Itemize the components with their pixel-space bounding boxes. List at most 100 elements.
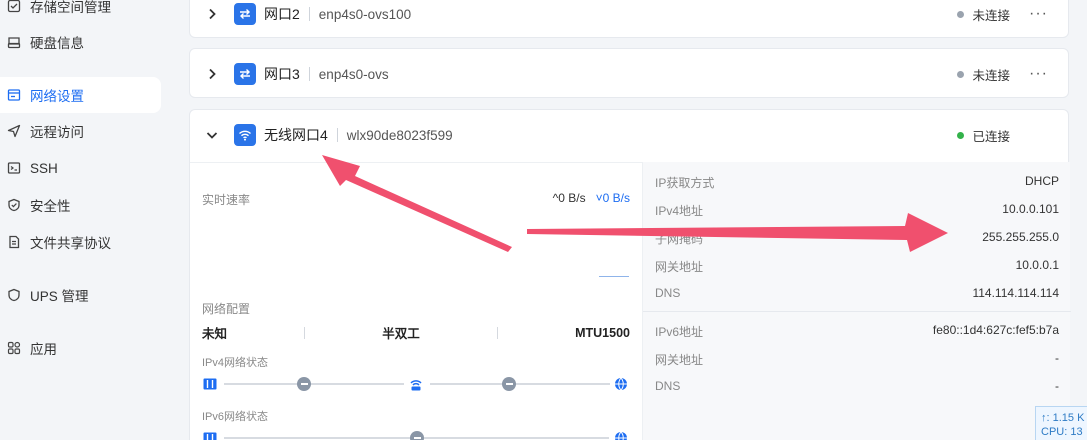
ip-method-value: DHCP — [1024, 174, 1059, 188]
sidebar-item-label: UPS 管理 — [30, 289, 89, 304]
divider — [496, 326, 498, 339]
ipv6-gateway-value: - — [1055, 351, 1059, 365]
ipv4-address-row: IPv4地址 10.0.0.101 — [655, 202, 1059, 219]
ipv6-address-label: IPv6地址 — [655, 325, 704, 339]
storage-icon — [6, 0, 22, 14]
divider — [643, 311, 1071, 312]
network-icon — [6, 87, 22, 103]
cpu-usage: CPU: 13 — [1041, 426, 1083, 438]
subnet-mask-value: 255.255.255.0 — [982, 230, 1059, 244]
device-icon — [202, 376, 218, 392]
link-speed-value: 未知 — [202, 327, 228, 341]
globe-icon — [613, 376, 629, 392]
ethernet-arrows-icon — [234, 3, 256, 25]
sidebar-item-network[interactable]: 网络设置 — [0, 77, 161, 113]
ipv4-gateway-value: 10.0.0.1 — [1015, 258, 1059, 272]
sidebar-item-file-share[interactable]: 文件共享协议 — [0, 224, 161, 260]
chevron-right-icon[interactable] — [204, 6, 220, 22]
sidebar-item-apps[interactable]: 应用 — [0, 330, 161, 366]
subnet-mask-label: 子网掩码 — [655, 232, 704, 246]
sidebar-item-ups[interactable]: UPS 管理 — [0, 277, 161, 313]
ipv6-dns-row: DNS - — [655, 379, 1059, 393]
speed-readout: ^0 B/s ˅0 B/s — [553, 191, 630, 205]
sidebar-item-security[interactable]: 安全性 — [0, 187, 161, 223]
ipv6-status-label: IPv6网络状态 — [202, 411, 269, 423]
ipv4-dns-row: DNS 114.114.114.114 — [655, 286, 1059, 300]
sidebar-item-remote-access[interactable]: 远程访问 — [0, 113, 161, 149]
sidebar-item-label: 网络设置 — [30, 89, 84, 104]
status-dot — [957, 131, 965, 139]
ipv6-gateway-label: 网关地址 — [655, 353, 704, 367]
device-icon — [202, 430, 218, 440]
status-node — [410, 431, 424, 440]
ipv4-address-value: 10.0.0.101 — [1002, 202, 1059, 216]
ipv6-gateway-row: 网关地址 - — [655, 351, 1059, 368]
sidebar-item-disk-info[interactable]: 硬盘信息 — [0, 24, 161, 60]
ipv4-dns-label: DNS — [655, 286, 681, 300]
ipv4-dns-value: 114.114.114.114 — [972, 286, 1059, 300]
port-name: 网口2 — [264, 6, 300, 22]
port-name: 网口3 — [264, 66, 300, 82]
status-text: 未连接 — [972, 8, 1010, 23]
port-details-left: 实时速率 ^0 B/s ˅0 B/s 网络配置 未知 半双工 MTU1500 I… — [190, 162, 642, 440]
divider — [308, 67, 310, 81]
port-card-4: 无线网口4 wlx90de8023f599 已连接 实时速率 ^0 B/s ˅0… — [189, 109, 1071, 440]
port-card-header[interactable]: 网口3 enp4s0-ovs 未连接 ··· — [190, 49, 1068, 99]
port-card-header[interactable]: 网口2 enp4s0-ovs100 未连接 ··· — [190, 0, 1068, 39]
port-name: 无线网口4 — [264, 127, 328, 143]
file-share-icon — [6, 234, 22, 250]
ipv4-status-diagram — [202, 376, 630, 392]
mtu-value: MTU1500 — [575, 325, 630, 340]
sidebar-item-label: 远程访问 — [30, 125, 84, 140]
wifi-icon — [234, 124, 256, 146]
disk-icon — [6, 34, 22, 50]
divider — [308, 7, 310, 21]
status-dot — [957, 70, 965, 78]
network-config-row: 未知 半双工 MTU1500 — [202, 323, 630, 342]
ip-method-label: IP获取方式 — [655, 176, 715, 190]
ipv6-address-row: IPv6地址 fe80::1d4:627c:fef5:b7a — [655, 323, 1059, 340]
chevron-right-icon[interactable] — [204, 66, 220, 82]
terminal-icon — [6, 160, 22, 176]
ip-method-row: IP获取方式 DHCP — [655, 174, 1059, 191]
sidebar-item-label: 硬盘信息 — [30, 36, 84, 51]
port-card-2: 网口2 enp4s0-ovs100 未连接 ··· — [189, 0, 1069, 38]
chevron-down-icon[interactable] — [204, 127, 220, 143]
more-options-icon[interactable]: ··· — [1029, 65, 1048, 83]
ipv4-status-label: IPv4网络状态 — [202, 357, 269, 369]
status-badge: 未连接 — [957, 5, 1010, 24]
download-speed: ˅0 B/s — [595, 191, 630, 205]
sidebar-item-label: SSH — [30, 160, 58, 176]
ups-shield-icon — [6, 287, 22, 303]
ipv4-address-label: IPv4地址 — [655, 204, 704, 218]
port-card-header[interactable]: 无线网口4 wlx90de8023f599 已连接 — [190, 110, 1068, 160]
sidebar-item-label: 安全性 — [30, 199, 71, 214]
ipv6-status-diagram — [202, 430, 630, 440]
apps-icon — [6, 340, 22, 356]
status-node — [502, 377, 516, 391]
status-dot — [957, 10, 965, 18]
connection-track — [430, 383, 610, 385]
network-monitor-widget[interactable]: ↑: 1.15 K CPU: 13 — [1035, 406, 1087, 440]
status-node — [297, 377, 311, 391]
divider — [304, 326, 306, 339]
speed-chart-line — [599, 276, 629, 277]
sidebar-item-ssh[interactable]: SSH — [0, 150, 161, 186]
device-name: enp4s0-ovs — [318, 66, 389, 82]
sidebar-item-label: 存储空间管理 — [30, 0, 111, 15]
ip-details-panel: IP获取方式 DHCP IPv4地址 10.0.0.101 子网掩码 255.2… — [642, 162, 1071, 440]
device-name: enp4s0-ovs100 — [318, 6, 412, 22]
more-options-icon[interactable]: ··· — [1029, 5, 1048, 23]
device-name: wlx90de8023f599 — [346, 127, 453, 143]
status-badge: 未连接 — [957, 65, 1010, 84]
ipv4-gateway-row: 网关地址 10.0.0.1 — [655, 258, 1059, 275]
shield-icon — [6, 197, 22, 213]
divider — [336, 128, 338, 142]
status-text: 未连接 — [972, 68, 1010, 83]
upload-rate: ↑: 1.15 K — [1041, 412, 1085, 424]
sidebar-item-storage[interactable]: 存储空间管理 — [0, 0, 161, 24]
main-content: 网口2 enp4s0-ovs100 未连接 ··· 网口3 enp4s0-ovs — [170, 0, 1087, 440]
sidebar: 存储空间管理 硬盘信息 网络设置 远程访问 SSH 安全性 文件共享协议 UPS… — [0, 0, 170, 440]
realtime-speed-label: 实时速率 — [202, 193, 251, 207]
globe-icon — [613, 430, 629, 440]
